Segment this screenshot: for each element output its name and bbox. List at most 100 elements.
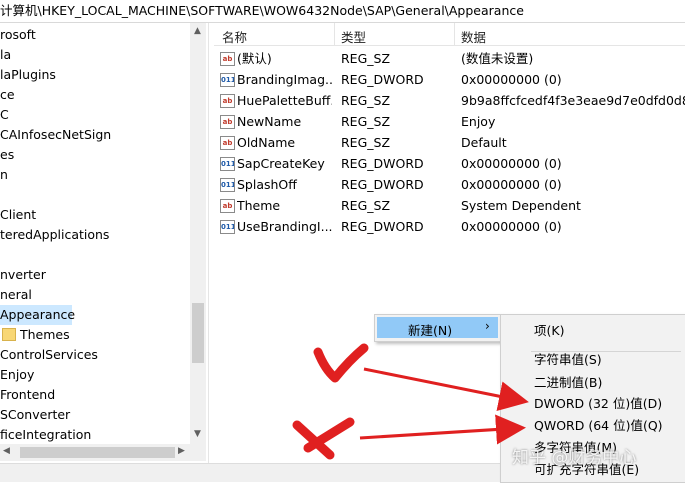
watermark: 知乎 @财务中心 xyxy=(512,448,637,468)
registry-tree[interactable]: rosoft la laPlugins ce C CAInfosecNetSign es n C… xyxy=(0,23,206,443)
tree-item-label: n xyxy=(0,167,8,182)
menu-item-new[interactable]: 新建(N) xyxy=(408,320,452,339)
value-data: Enjoy xyxy=(461,114,496,129)
tree-item[interactable]: Enjoy xyxy=(0,365,34,385)
value-data: 0x00000000 (0) xyxy=(461,72,562,87)
binary-value-icon: 011 xyxy=(220,73,235,87)
column-header-name[interactable]: 名称 xyxy=(222,27,247,46)
value-data: Default xyxy=(461,135,507,150)
value-type: REG_SZ xyxy=(341,51,391,66)
context-menu: 新建(N) › xyxy=(374,314,501,342)
string-value-icon: ab xyxy=(220,136,235,150)
tree-item-label: es xyxy=(0,147,15,162)
binary-value-icon: 011 xyxy=(220,157,235,171)
value-name: (默认) xyxy=(237,51,272,66)
list-header: 名称 类型 数据 xyxy=(214,23,685,46)
tree-item-label: rosoft xyxy=(0,27,36,42)
tree-item-label: neral xyxy=(0,287,32,302)
tree-item[interactable]: nverter xyxy=(0,265,46,285)
value-type: REG_SZ xyxy=(341,135,391,150)
tree-vertical-scrollbar[interactable]: ▲ ▼ xyxy=(190,23,206,445)
scroll-thumb-horizontal[interactable] xyxy=(20,447,175,458)
column-header-type[interactable]: 类型 xyxy=(341,27,366,46)
registry-value-row[interactable]: 011 SplashOff REG_DWORD 0x00000000 (0) xyxy=(214,174,685,195)
tree-item-label: CAInfosecNetSign xyxy=(0,127,112,142)
tree-item-label: ce xyxy=(0,87,15,102)
tree-item-label: la xyxy=(0,47,12,62)
tree-item[interactable]: la xyxy=(0,45,11,65)
string-value-icon: ab xyxy=(220,94,235,108)
column-divider[interactable] xyxy=(334,23,335,45)
string-value-icon: ab xyxy=(220,199,235,213)
value-data: 0x00000000 (0) xyxy=(461,156,562,171)
tree-item[interactable]: laPlugins xyxy=(0,65,56,85)
tree-item[interactable]: Frontend xyxy=(0,385,55,405)
column-divider[interactable] xyxy=(454,23,455,45)
scroll-right-icon[interactable]: ▶ xyxy=(178,446,185,456)
scroll-up-icon[interactable]: ▲ xyxy=(194,26,201,36)
tree-item-label: Themes xyxy=(20,327,70,342)
registry-value-row[interactable]: ab OldName REG_SZ Default xyxy=(214,132,685,153)
binary-value-icon: 011 xyxy=(220,220,235,234)
value-type: REG_DWORD xyxy=(341,177,424,192)
tree-item[interactable]: n xyxy=(0,165,8,185)
value-name: NewName xyxy=(237,114,302,129)
tree-item-label: teredApplications xyxy=(0,227,110,242)
value-type: REG_SZ xyxy=(341,198,391,213)
tree-item[interactable]: SConverter xyxy=(0,405,70,425)
scroll-thumb[interactable] xyxy=(192,303,204,363)
submenu-item-binary[interactable]: 二进制值(B) xyxy=(534,372,602,391)
tree-item-label: ControlServices xyxy=(0,347,98,362)
tree-item[interactable]: neral xyxy=(0,285,32,305)
value-name: SplashOff xyxy=(237,177,297,192)
value-name: OldName xyxy=(237,135,296,150)
string-value-icon: ab xyxy=(220,115,235,129)
submenu-item-dword[interactable]: DWORD (32 位)值(D) xyxy=(534,393,662,412)
tree-item[interactable]: Client xyxy=(0,205,36,225)
tree-item[interactable]: ControlServices xyxy=(0,345,98,365)
registry-value-row[interactable]: 011 BrandingImag... REG_DWORD 0x00000000 (0… xyxy=(214,69,685,90)
scroll-down-icon[interactable]: ▼ xyxy=(194,429,201,439)
folder-icon xyxy=(2,328,16,341)
value-name: UseBrandingI... xyxy=(237,219,332,234)
registry-value-row[interactable]: ab (默认) REG_SZ (数值未设置) xyxy=(214,48,685,69)
value-type: REG_SZ xyxy=(341,93,391,108)
submenu-item-string[interactable]: 字符串值(S) xyxy=(534,349,602,368)
registry-value-row[interactable]: ab HuePaletteBuff... REG_SZ 9b9a8ffcfcedf4f… xyxy=(214,90,685,111)
tree-item-label: Frontend xyxy=(0,387,56,402)
value-type: REG_SZ xyxy=(341,114,391,129)
tree-item[interactable]: es xyxy=(0,145,14,165)
tree-horizontal-scrollbar[interactable]: ◀ ▶ xyxy=(0,444,206,461)
tree-item[interactable]: ficeIntegration xyxy=(0,425,91,443)
registry-value-row[interactable]: ab Theme REG_SZ System Dependent xyxy=(214,195,685,216)
binary-value-icon: 011 xyxy=(220,178,235,192)
tree-item[interactable]: CAInfosecNetSign xyxy=(0,125,111,145)
tree-item[interactable]: C xyxy=(0,105,9,125)
registry-value-row[interactable]: 011 UseBrandingI... REG_DWORD 0x00000000 (0… xyxy=(214,216,685,237)
scroll-left-icon[interactable]: ◀ xyxy=(3,446,10,456)
tree-item-label: Enjoy xyxy=(0,367,35,382)
submenu-item-qword[interactable]: QWORD (64 位)值(Q) xyxy=(534,415,663,434)
value-type: REG_DWORD xyxy=(341,72,424,87)
tree-item[interactable]: ce xyxy=(0,85,15,105)
value-name: SapCreateKey xyxy=(237,156,325,171)
tree-item[interactable]: rosoft xyxy=(0,25,36,45)
value-data: 9b9a8ffcfcedf4f3e3eae9d7e0dfd0d8d6 xyxy=(461,93,685,108)
registry-value-row[interactable]: ab NewName REG_SZ Enjoy xyxy=(214,111,685,132)
column-header-data[interactable]: 数据 xyxy=(461,27,486,46)
submenu-item-key[interactable]: 项(K) xyxy=(534,320,564,339)
value-data: 0x00000000 (0) xyxy=(461,177,562,192)
value-name: HuePaletteBuff... xyxy=(237,93,332,108)
tree-item[interactable]: Appearance xyxy=(0,305,75,325)
tree-item-label: nverter xyxy=(0,267,46,282)
tree-item[interactable]: Themes xyxy=(0,325,70,345)
registry-value-row[interactable]: 011 SapCreateKey REG_DWORD 0x00000000 (0) xyxy=(214,153,685,174)
value-data: 0x00000000 (0) xyxy=(461,219,562,234)
tree-item-label: laPlugins xyxy=(0,67,56,82)
tree-item-label: ficeIntegration xyxy=(0,427,92,442)
address-bar[interactable]: 计算机\HKEY_LOCAL_MACHINE\SOFTWARE\WOW6432N… xyxy=(0,0,685,23)
submenu-arrow-icon: › xyxy=(485,319,490,333)
value-name: BrandingImag... xyxy=(237,72,332,87)
value-type: REG_DWORD xyxy=(341,219,424,234)
tree-item[interactable]: teredApplications xyxy=(0,225,109,245)
